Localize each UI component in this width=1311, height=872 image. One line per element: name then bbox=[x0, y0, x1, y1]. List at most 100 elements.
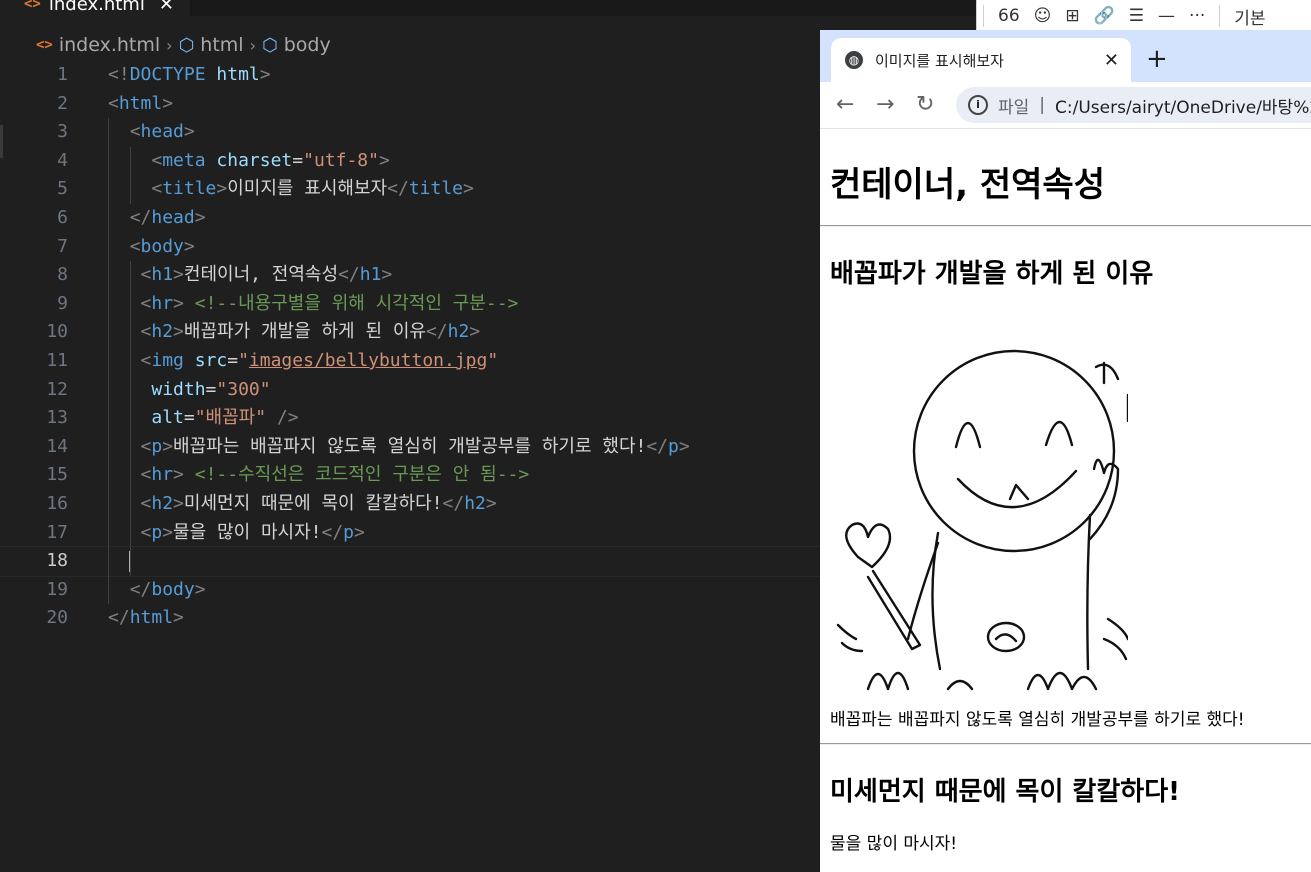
close-icon[interactable]: ✕ bbox=[159, 0, 174, 15]
line-number: 13 bbox=[46, 407, 68, 429]
code-line[interactable]: 1 <!DOCTYPE html> bbox=[0, 61, 820, 90]
code-line[interactable]: 9 <hr> <!--내용구별을 위해 시각적인 구분--> bbox=[0, 290, 820, 319]
paragraph-water: 물을 많이 마시자! bbox=[830, 834, 958, 854]
code-line[interactable]: 12 width="300" bbox=[0, 376, 820, 405]
code-line[interactable]: 16 <h2>미세먼지 때문에 목이 칼칼하다!</h2> bbox=[0, 490, 820, 519]
code-text[interactable]: <img src="images/bellybutton.jpg" bbox=[108, 347, 499, 376]
chevron-right-icon: › bbox=[166, 35, 173, 55]
document-toolbar: 66 ☺ ⊞ 🔗 ☰ — ··· 기본 bbox=[976, 0, 1311, 32]
breadcrumb-item-file[interactable]: index.html bbox=[59, 34, 160, 56]
line-number: 3 bbox=[57, 121, 68, 143]
drawing-navel-swirl bbox=[994, 633, 1018, 643]
code-text[interactable]: <body> bbox=[108, 233, 195, 262]
close-icon[interactable]: ✕ bbox=[1104, 50, 1119, 71]
link-icon[interactable]: 🔗 bbox=[1094, 6, 1115, 26]
code-line[interactable]: 5 <title>이미지를 표시해보자</title> bbox=[0, 175, 820, 204]
code-text[interactable]: </html> bbox=[108, 604, 184, 633]
back-arrow-icon[interactable]: ← bbox=[836, 92, 854, 117]
drawing-wand bbox=[866, 569, 922, 651]
emoji-icon[interactable]: ☺ bbox=[1034, 6, 1052, 26]
horizontal-line-icon[interactable]: — bbox=[1158, 6, 1175, 26]
line-number: 12 bbox=[46, 378, 68, 400]
drawing-heart bbox=[845, 522, 892, 569]
quote-icon[interactable]: 66 bbox=[998, 6, 1020, 26]
line-number: 9 bbox=[57, 292, 68, 314]
web-page-content: 컨테이너, 전역속성 배꼽파가 개발을 하게 된 이유 배꼽파는 배꼽파지 않도… bbox=[820, 129, 1311, 872]
breadcrumb-item-html[interactable]: html bbox=[200, 34, 243, 56]
code-text[interactable]: alt="배꼽파" /> bbox=[108, 404, 298, 433]
drawing-motion-left bbox=[836, 623, 864, 653]
code-text[interactable]: <meta charset="utf-8"> bbox=[108, 147, 389, 176]
line-number: 17 bbox=[46, 521, 68, 543]
reload-icon[interactable]: ↻ bbox=[916, 92, 934, 117]
code-text[interactable]: <p>물을 많이 마시자!</p> bbox=[108, 519, 365, 548]
code-text[interactable]: <h1>컨테이너, 전역속성</h1> bbox=[108, 261, 393, 290]
code-line[interactable]: 13 alt="배꼽파" /> bbox=[0, 404, 820, 433]
new-tab-button[interactable]: + bbox=[1146, 44, 1168, 74]
code-line[interactable]: 19 </body> bbox=[0, 576, 820, 605]
drawing-note-1 bbox=[1094, 361, 1120, 385]
line-number: 20 bbox=[46, 607, 68, 629]
code-line[interactable]: 3 <head> bbox=[0, 118, 820, 147]
info-icon[interactable]: i bbox=[968, 95, 988, 115]
more-icon[interactable]: ··· bbox=[1189, 6, 1205, 26]
address-bar[interactable]: i 파일 | C:/Users/airyt/OneDrive/바탕%20 bbox=[956, 87, 1311, 123]
editor-tab-label: index.html bbox=[48, 0, 145, 15]
code-line[interactable]: 7 <body> bbox=[0, 233, 820, 262]
code-editor[interactable]: <> index.html ✕ <> index.html › ⬡ html ›… bbox=[0, 0, 976, 872]
code-text[interactable]: <html> bbox=[108, 90, 173, 119]
drawing-grass bbox=[866, 671, 1098, 691]
code-line[interactable]: 15 <hr> <!--수직선은 코드적인 구분은 안 됨--> bbox=[0, 461, 820, 490]
horizontal-rule bbox=[820, 225, 1311, 227]
browser-tab[interactable]: ◍ 이미지를 표시해보자 ✕ bbox=[831, 38, 1131, 82]
code-line[interactable]: 4 <meta charset="utf-8"> bbox=[0, 147, 820, 176]
breadcrumb-item-body[interactable]: body bbox=[284, 34, 331, 56]
globe-icon: ◍ bbox=[845, 51, 863, 69]
code-text[interactable]: <hr> <!--내용구별을 위해 시각적인 구분--> bbox=[108, 290, 519, 319]
code-line[interactable]: 2 <html> bbox=[0, 90, 820, 119]
code-line[interactable]: 10 <h2>배꼽파가 개발을 하게 된 이유</h2> bbox=[0, 318, 820, 347]
line-number: 8 bbox=[57, 264, 68, 286]
code-text[interactable]: <hr> <!--수직선은 코드적인 구분은 안 됨--> bbox=[108, 461, 530, 490]
code-text[interactable]: <h2>배꼽파가 개발을 하게 된 이유</h2> bbox=[108, 318, 481, 347]
table-icon[interactable]: ⊞ bbox=[1065, 6, 1079, 26]
editor-tab-bar: <> index.html ✕ bbox=[0, 0, 976, 16]
page-heading: 컨테이너, 전역속성 bbox=[830, 165, 1105, 205]
section-heading-dust: 미세먼지 때문에 목이 칼칼하다! bbox=[830, 777, 1180, 807]
chevron-right-icon: › bbox=[249, 35, 256, 55]
drawing-mouth bbox=[956, 469, 1078, 509]
code-text[interactable]: <p>배꼽파는 배꼽파지 않도록 열심히 개발공부를 하기로 했다!</p> bbox=[108, 433, 690, 462]
code-text[interactable]: </body> bbox=[108, 576, 206, 605]
line-number: 6 bbox=[57, 206, 68, 228]
line-number: 5 bbox=[57, 178, 68, 200]
line-number: 2 bbox=[57, 92, 68, 114]
code-area[interactable]: 1 <!DOCTYPE html> 2 <html> 3 <head> 4 <meta c… bbox=[0, 61, 821, 633]
drawing-eye-left bbox=[954, 422, 982, 449]
list-icon[interactable]: ☰ bbox=[1129, 6, 1144, 26]
html-file-icon: <> bbox=[24, 0, 41, 12]
code-line[interactable]: 6 </head> bbox=[0, 204, 820, 233]
browser-tab-title: 이미지를 표시해보자 bbox=[875, 51, 1004, 70]
breadcrumb: <> index.html › ⬡ html › ⬡ body bbox=[36, 32, 331, 58]
code-text[interactable]: <head> bbox=[108, 118, 195, 147]
address-text[interactable]: C:/Users/airyt/OneDrive/바탕%20 bbox=[1055, 93, 1311, 118]
code-text[interactable]: </head> bbox=[108, 204, 206, 233]
code-text[interactable]: width="300" bbox=[108, 376, 270, 405]
code-text[interactable]: <!DOCTYPE html> bbox=[108, 61, 271, 90]
code-line[interactable]: 18 bbox=[0, 546, 821, 577]
code-line[interactable]: 17 <p>물을 많이 마시자!</p> bbox=[0, 519, 820, 548]
address-scheme-label: 파일 bbox=[998, 97, 1030, 118]
line-number: 4 bbox=[57, 149, 68, 171]
code-text[interactable]: <title>이미지를 표시해보자</title> bbox=[108, 175, 473, 204]
code-line[interactable]: 20 </html> bbox=[0, 604, 820, 633]
code-line[interactable]: 8 <h1>컨테이너, 전역속성</h1> bbox=[0, 261, 820, 290]
forward-arrow-icon[interactable]: → bbox=[876, 92, 894, 117]
indent-guide bbox=[108, 118, 109, 605]
editor-tab-index-html[interactable]: <> index.html ✕ bbox=[0, 0, 190, 16]
horizontal-rule bbox=[820, 743, 1311, 745]
code-line[interactable]: 14 <p>배꼽파는 배꼽파지 않도록 열심히 개발공부를 하기로 했다!</p… bbox=[0, 433, 820, 462]
drawing-eye-right bbox=[1044, 421, 1074, 447]
code-line[interactable]: 11 <img src="images/bellybutton.jpg" bbox=[0, 347, 820, 376]
code-text[interactable]: <h2>미세먼지 때문에 목이 칼칼하다!</h2> bbox=[108, 490, 497, 519]
paragraph-style-select[interactable]: 기본 bbox=[1234, 4, 1265, 29]
